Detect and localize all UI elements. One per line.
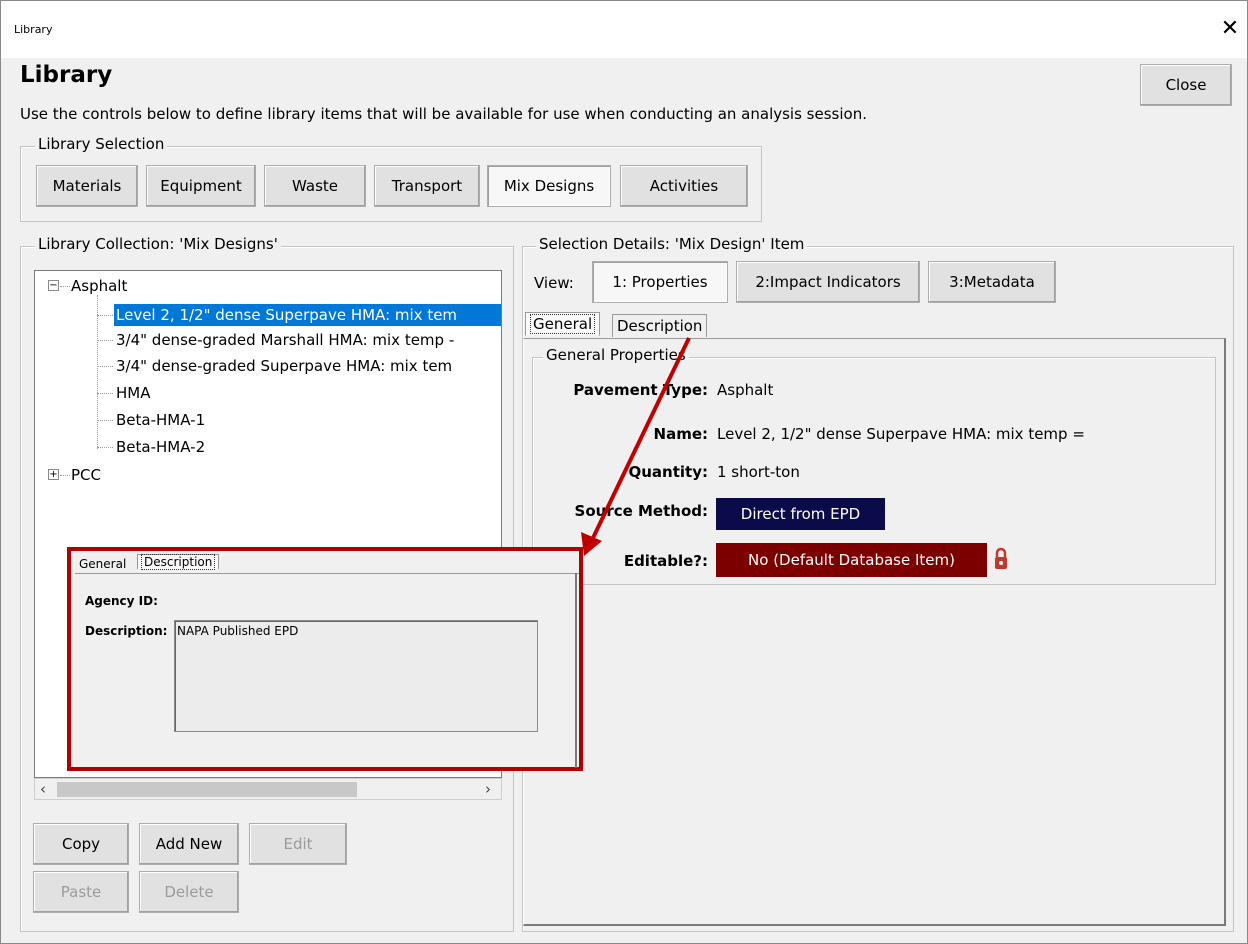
tree-item[interactable]: HMA: [116, 382, 150, 404]
add-new-button[interactable]: Add New: [139, 823, 239, 865]
delete-button[interactable]: Delete: [139, 871, 239, 913]
title-bar: [0, 0, 1248, 58]
description-label: Description:: [85, 624, 168, 638]
pavement-type-value: Asphalt: [717, 381, 774, 399]
scrollbar-thumb[interactable]: [57, 782, 357, 797]
paste-button[interactable]: Paste: [33, 871, 129, 913]
scroll-right-icon[interactable]: ›: [485, 780, 491, 798]
edit-button[interactable]: Edit: [249, 823, 347, 865]
horizontal-scrollbar[interactable]: ‹ ›: [34, 778, 502, 800]
tab-description[interactable]: Description: [612, 314, 708, 337]
materials-button[interactable]: Materials: [36, 165, 138, 207]
view-properties-button[interactable]: 1: Properties: [592, 261, 728, 303]
description-inset: General Description Agency ID: Descripti…: [67, 547, 583, 771]
inset-tab-general: General: [76, 557, 130, 571]
library-collection-title: Library Collection: 'Mix Designs': [35, 235, 281, 253]
tree-item-selected[interactable]: Level 2, 1/2" dense Superpave HMA: mix t…: [114, 304, 501, 326]
quantity-label: Quantity:: [628, 463, 709, 481]
tree-node-pcc[interactable]: PCC: [71, 464, 101, 486]
expand-icon[interactable]: +: [48, 469, 59, 480]
quantity-value: 1 short-ton: [717, 463, 800, 481]
page-title: Library: [20, 62, 113, 88]
close-button[interactable]: Close: [1140, 64, 1232, 106]
view-label: View:: [534, 274, 574, 292]
close-icon[interactable]: ✕: [1217, 14, 1243, 44]
pavement-type-label: Pavement Type:: [573, 381, 708, 399]
selection-details-title: Selection Details: 'Mix Design' Item: [536, 235, 808, 253]
source-method-badge: Direct from EPD: [716, 498, 885, 530]
tree-item[interactable]: 3/4" dense-graded Marshall HMA: mix temp…: [116, 329, 454, 351]
editable-badge: No (Default Database Item): [716, 543, 987, 577]
scroll-left-icon[interactable]: ‹: [40, 780, 46, 798]
tree-item[interactable]: Beta-HMA-2: [116, 436, 205, 458]
description-field: NAPA Published EPD: [174, 620, 538, 732]
name-value: Level 2, 1/2" dense Superpave HMA: mix t…: [717, 425, 1085, 443]
collapse-icon[interactable]: −: [48, 280, 59, 291]
view-metadata-button[interactable]: 3:Metadata: [928, 261, 1056, 303]
library-selection-title: Library Selection: [35, 135, 168, 153]
transport-button[interactable]: Transport: [374, 165, 480, 207]
mix-designs-button[interactable]: Mix Designs: [487, 165, 611, 207]
tree-item[interactable]: Beta-HMA-1: [116, 409, 205, 431]
copy-button[interactable]: Copy: [33, 823, 129, 865]
window-title: Library: [14, 23, 53, 36]
tree-item[interactable]: 3/4" dense-graded Superpave HMA: mix tem: [116, 355, 452, 377]
inset-tab-description: Description: [137, 554, 220, 570]
equipment-button[interactable]: Equipment: [146, 165, 256, 207]
tree-node-asphalt[interactable]: Asphalt: [71, 275, 127, 297]
source-method-label: Source Method:: [574, 502, 708, 520]
activities-button[interactable]: Activities: [620, 165, 748, 207]
tab-general[interactable]: General: [525, 312, 601, 336]
name-label: Name:: [653, 425, 708, 443]
intro-text: Use the controls below to define library…: [20, 105, 867, 123]
agency-id-label: Agency ID:: [85, 594, 158, 608]
general-properties-title: General Properties: [543, 346, 689, 364]
view-impact-indicators-button[interactable]: 2:Impact Indicators: [736, 261, 920, 303]
lock-icon: [995, 547, 1007, 569]
waste-button[interactable]: Waste: [264, 165, 366, 207]
